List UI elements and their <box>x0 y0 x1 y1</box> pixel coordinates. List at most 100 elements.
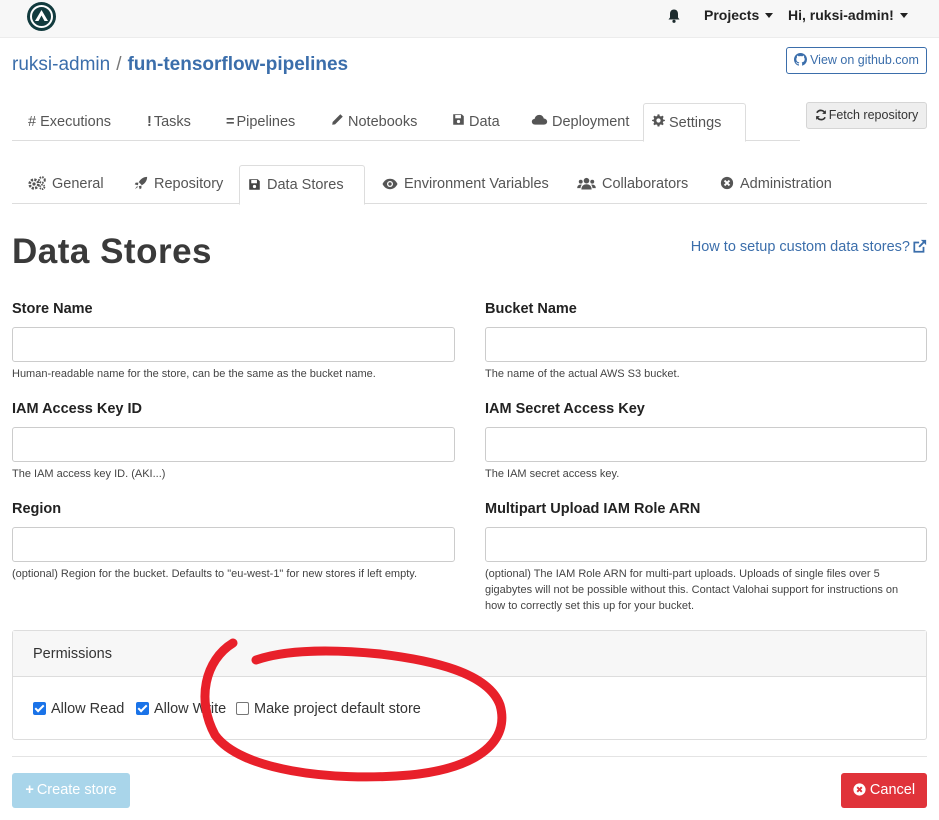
chevron-down-icon <box>899 13 908 18</box>
x-circle-icon <box>853 783 866 796</box>
tab-label: Collaborators <box>602 176 689 192</box>
help-link-label: How to setup custom data stores? <box>690 239 910 255</box>
setup-data-stores-help-link[interactable]: How to setup custom data stores? <box>691 239 927 255</box>
cloud-icon <box>531 103 548 141</box>
tab-deployment[interactable]: Deployment <box>523 103 637 141</box>
tab-data[interactable]: Data <box>444 103 508 141</box>
view-on-github-button[interactable]: View on github.com <box>786 47 927 74</box>
tab-label: Settings <box>669 115 722 131</box>
tab-label: Administration <box>740 176 832 192</box>
permissions-card: Permissions Allow Read Allow Write Make … <box>12 630 927 740</box>
role-arn-help-line: gigabytes will not be possible without t… <box>485 584 899 596</box>
create-store-button[interactable]: + Create store <box>12 773 130 808</box>
tab-notebooks[interactable]: Notebooks <box>323 103 425 141</box>
checkbox-checked-icon[interactable] <box>136 702 149 715</box>
region-label: Region <box>12 501 62 517</box>
breadcrumb-separator: / <box>116 54 122 75</box>
tab-administration[interactable]: Administration <box>712 165 840 204</box>
breadcrumb-owner[interactable]: ruksi-admin <box>12 54 110 75</box>
bell-icon[interactable] <box>666 8 682 24</box>
chevron-down-icon <box>765 13 774 18</box>
tab-label: General <box>52 176 104 192</box>
breadcrumb: ruksi-admin / fun-tensorflow-pipelines <box>12 54 348 76</box>
logo-mark-icon <box>30 5 53 28</box>
fetch-repository-button[interactable]: Fetch repository <box>806 102 927 129</box>
projects-menu-label: Projects <box>704 7 760 23</box>
tab-label: Repository <box>154 176 224 192</box>
tab-label: Data <box>469 114 500 130</box>
access-key-help: The IAM access key ID. (AKI...) <box>12 468 166 480</box>
cancel-button-label: Cancel <box>869 782 916 798</box>
bucket-name-input[interactable] <box>485 327 927 362</box>
secret-key-label: IAM Secret Access Key <box>485 401 645 417</box>
floppy-icon <box>452 103 465 141</box>
pencil-icon <box>331 103 344 141</box>
project-tabs: # Executions ! Tasks = Pipelines Notebooks … <box>12 103 800 142</box>
rocket-icon <box>134 167 148 206</box>
gear-icon <box>652 104 665 142</box>
form-divider <box>12 756 927 757</box>
top-navbar: Projects Hi, ruksi-admin! <box>0 0 939 38</box>
allow-write-checkbox[interactable]: Allow Write <box>136 701 226 717</box>
tab-repository[interactable]: Repository <box>126 165 231 204</box>
checkbox-unchecked-icon[interactable] <box>236 702 249 715</box>
checkbox-label: Allow Read <box>51 701 125 717</box>
tab-environment-variables[interactable]: Environment Variables <box>374 165 557 204</box>
store-name-label: Store Name <box>12 301 93 317</box>
tab-executions[interactable]: # Executions <box>20 103 119 141</box>
region-input[interactable] <box>12 527 455 562</box>
breadcrumb-repo[interactable]: fun-tensorflow-pipelines <box>127 54 348 75</box>
role-arn-input[interactable] <box>485 527 927 562</box>
cogs-icon <box>28 167 46 206</box>
x-circle-icon <box>720 167 734 206</box>
checkbox-label: Make project default store <box>254 701 421 717</box>
checkbox-checked-icon[interactable] <box>33 702 46 715</box>
tab-settings[interactable]: Settings <box>643 103 746 142</box>
tab-pipelines[interactable]: = Pipelines <box>218 103 303 141</box>
role-arn-help-line: how to correctly set this up for your bu… <box>485 600 695 612</box>
tab-label: Data Stores <box>267 177 344 193</box>
secret-key-input[interactable] <box>485 427 927 462</box>
role-arn-label: Multipart Upload IAM Role ARN <box>485 501 701 517</box>
store-name-help: Human-readable name for the store, can b… <box>12 368 376 380</box>
allow-read-checkbox[interactable]: Allow Read <box>33 701 124 717</box>
tab-label: Executions <box>40 114 112 130</box>
projects-menu[interactable]: Projects <box>704 7 774 23</box>
fetch-button-label: Fetch repository <box>828 108 919 122</box>
github-button-label: View on github.com <box>810 53 919 67</box>
hash-icon: # <box>28 114 37 130</box>
tab-data-stores[interactable]: Data Stores <box>239 165 365 205</box>
role-arn-help-line: (optional) The IAM Role ARN for multi-pa… <box>485 568 880 580</box>
permissions-title: Permissions <box>33 646 112 662</box>
tab-label: Pipelines <box>236 114 296 130</box>
tab-general[interactable]: General <box>20 165 112 204</box>
cancel-button[interactable]: Cancel <box>841 773 927 808</box>
tab-collaborators[interactable]: Collaborators <box>569 165 696 204</box>
page-title: Data Stores <box>12 232 213 271</box>
equals-icon: = <box>226 114 235 130</box>
external-link-icon <box>913 239 927 253</box>
plus-icon: + <box>25 782 34 798</box>
access-key-input[interactable] <box>12 427 455 462</box>
secret-key-help: The IAM secret access key. <box>485 468 620 480</box>
settings-tabs: General Repository Data Stores Environme… <box>12 165 927 205</box>
users-icon <box>577 167 596 206</box>
checkbox-label: Allow Write <box>154 701 227 717</box>
eye-icon <box>382 167 398 206</box>
permissions-card-header: Permissions <box>13 631 926 677</box>
floppy-icon <box>248 168 261 207</box>
tab-label: Tasks <box>153 114 191 130</box>
refresh-icon <box>815 109 826 121</box>
tab-tasks[interactable]: ! Tasks <box>139 103 199 141</box>
bucket-name-help: The name of the actual AWS S3 bucket. <box>485 368 680 380</box>
role-arn-help: (optional) The IAM Role ARN for multi-pa… <box>485 566 898 614</box>
default-store-checkbox[interactable]: Make project default store <box>236 701 421 717</box>
store-name-input[interactable] <box>12 327 455 362</box>
valohai-logo[interactable] <box>27 2 56 31</box>
tab-label: Notebooks <box>348 114 418 130</box>
create-button-label: Create store <box>36 782 117 798</box>
user-menu[interactable]: Hi, ruksi-admin! <box>788 7 908 23</box>
region-help: (optional) Region for the bucket. Defaul… <box>12 568 418 580</box>
user-menu-label: Hi, ruksi-admin! <box>788 7 894 23</box>
bucket-name-label: Bucket Name <box>485 301 577 317</box>
